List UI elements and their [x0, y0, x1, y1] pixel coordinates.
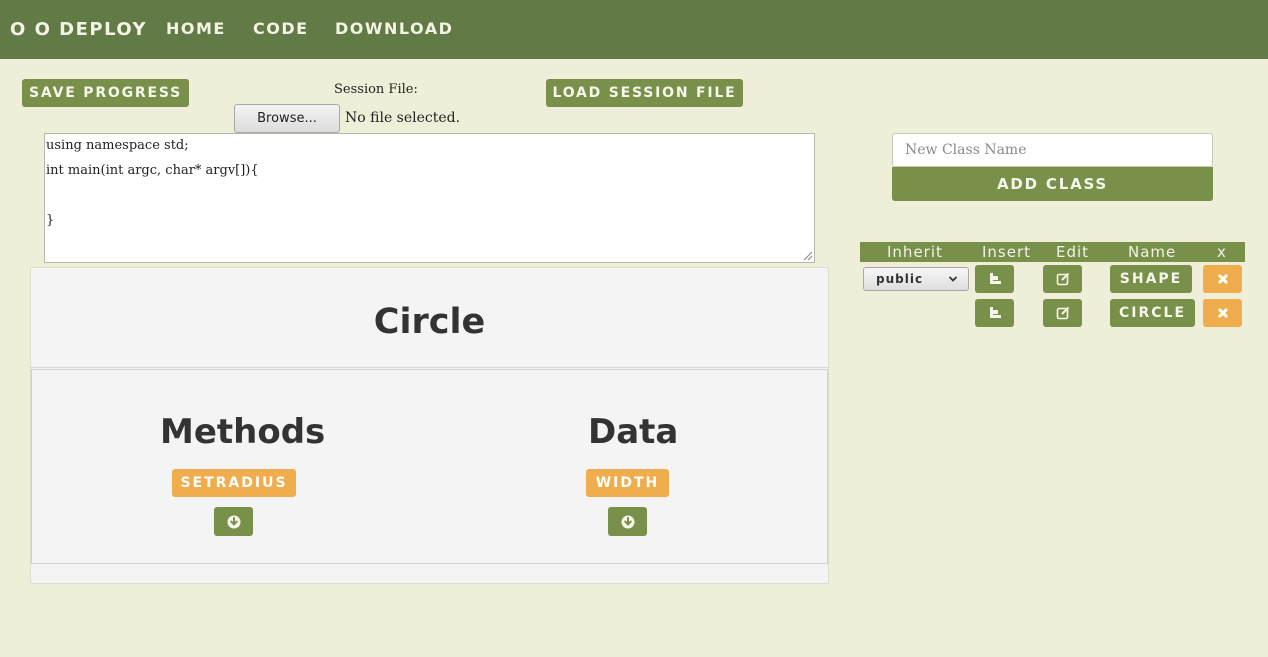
- method-item-setradius[interactable]: SETRADIUS: [172, 469, 296, 497]
- file-status-text: No file selected.: [345, 110, 461, 126]
- indent-icon: [989, 273, 1001, 284]
- class-header: Circle: [31, 268, 828, 368]
- arrow-down-circle-icon: [621, 515, 634, 528]
- column-header-inherit: Inherit: [887, 243, 943, 261]
- delete-class-button[interactable]: [1203, 299, 1242, 327]
- browse-button[interactable]: Browse...: [234, 104, 340, 133]
- methods-heading: Methods: [160, 412, 326, 452]
- edit-icon: [1056, 306, 1069, 320]
- session-file-label: Session File:: [334, 82, 418, 97]
- code-line: }: [46, 213, 55, 228]
- code-line: int main(int argc, char* argv[]){: [46, 163, 259, 178]
- close-icon: [1217, 273, 1228, 285]
- arrow-down-circle-icon: [227, 515, 240, 528]
- column-header-insert: Insert: [982, 243, 1032, 261]
- code-editor-textarea[interactable]: using namespace std; int main(int argc, …: [44, 133, 815, 263]
- insert-class-button[interactable]: [975, 265, 1014, 293]
- top-navbar: O O DEPLOY HOME CODE DOWNLOAD: [0, 0, 1268, 59]
- brand-logo[interactable]: O O DEPLOY: [10, 19, 147, 40]
- add-class-button[interactable]: ADD CLASS: [892, 167, 1213, 201]
- edit-class-button[interactable]: [1043, 299, 1082, 327]
- new-class-name-input[interactable]: [892, 133, 1213, 167]
- indent-icon: [989, 307, 1001, 318]
- close-icon: [1217, 307, 1228, 319]
- class-name-button-shape[interactable]: SHAPE: [1110, 265, 1192, 293]
- resize-grip-icon[interactable]: [801, 249, 813, 261]
- column-header-name: Name: [1128, 243, 1177, 261]
- column-header-delete: x: [1217, 243, 1227, 261]
- chevron-down-icon: [948, 276, 958, 282]
- data-item-width[interactable]: WIDTH: [586, 469, 669, 497]
- inherit-select[interactable]: public: [863, 267, 969, 291]
- data-heading: Data: [588, 412, 679, 452]
- edit-icon: [1056, 272, 1069, 286]
- nav-download-link[interactable]: DOWNLOAD: [335, 19, 453, 38]
- class-members-body: Methods Data SETRADIUS WIDTH: [31, 369, 828, 564]
- class-name-button-circle[interactable]: CIRCLE: [1110, 299, 1195, 327]
- class-detail-panel: Circle Methods Data SETRADIUS WIDTH: [30, 267, 829, 584]
- nav-home-link[interactable]: HOME: [166, 19, 226, 38]
- class-title: Circle: [373, 302, 486, 342]
- delete-class-button[interactable]: [1203, 265, 1242, 293]
- load-session-file-button[interactable]: LOAD SESSION FILE: [546, 79, 743, 107]
- class-list-header: Inherit Insert Edit Name x: [860, 242, 1245, 262]
- add-data-button[interactable]: [608, 507, 647, 536]
- nav-code-link[interactable]: CODE: [253, 19, 309, 38]
- insert-class-button[interactable]: [975, 299, 1014, 327]
- code-line: using namespace std;: [46, 138, 189, 153]
- inherit-select-value: public: [876, 272, 924, 286]
- save-progress-button[interactable]: SAVE PROGRESS: [22, 79, 189, 107]
- edit-class-button[interactable]: [1043, 265, 1082, 293]
- column-header-edit: Edit: [1056, 243, 1090, 261]
- add-method-button[interactable]: [214, 507, 253, 536]
